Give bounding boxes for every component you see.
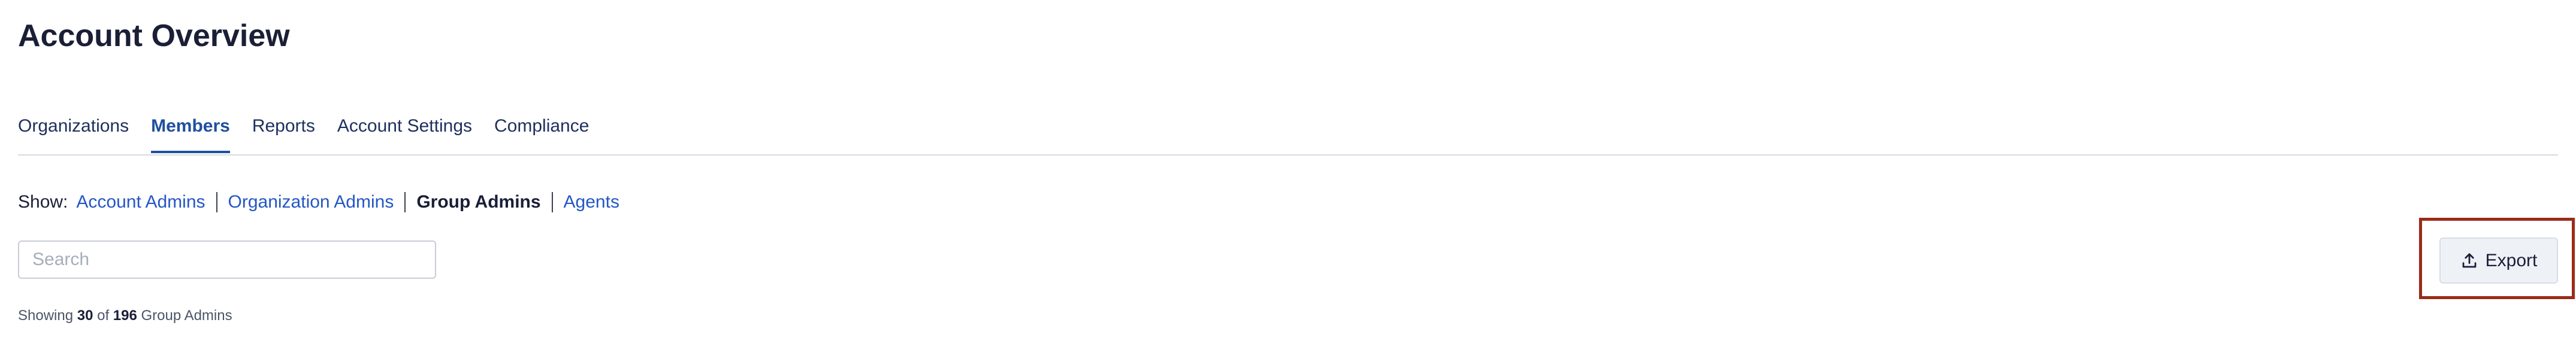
tab-bar: Organizations Members Reports Account Se… (18, 114, 2558, 156)
export-label: Export (2485, 250, 2538, 270)
export-button[interactable]: Export (2439, 238, 2558, 284)
results-count: Showing 30 of 196 Group Admins (18, 306, 232, 325)
upload-icon (2462, 252, 2477, 267)
filter-label: Show: (18, 192, 68, 212)
tab-compliance[interactable]: Compliance (494, 114, 589, 153)
member-type-filter: Show: Account Admins Organization Admins… (18, 190, 619, 214)
search-input[interactable] (18, 240, 436, 279)
filter-organization-admins[interactable]: Organization Admins (228, 190, 394, 214)
results-prefix: Showing (18, 307, 74, 324)
tab-reports[interactable]: Reports (252, 114, 315, 153)
tab-organizations[interactable]: Organizations (18, 114, 129, 153)
results-total: 196 (113, 307, 137, 324)
results-noun: Group Admins (141, 307, 232, 324)
page-title: Account Overview (18, 19, 290, 53)
results-shown: 30 (77, 307, 93, 324)
filter-account-admins[interactable]: Account Admins (76, 190, 205, 214)
tab-members[interactable]: Members (151, 114, 230, 153)
filter-separator (404, 192, 406, 212)
results-of: of (97, 307, 110, 324)
account-overview-page: Account Overview Organizations Members R… (0, 0, 2576, 341)
filter-agents[interactable]: Agents (564, 190, 619, 214)
filter-separator (551, 192, 553, 212)
filter-separator (216, 192, 217, 212)
tab-account-settings[interactable]: Account Settings (337, 114, 472, 153)
filter-group-admins[interactable]: Group Admins (416, 190, 540, 214)
